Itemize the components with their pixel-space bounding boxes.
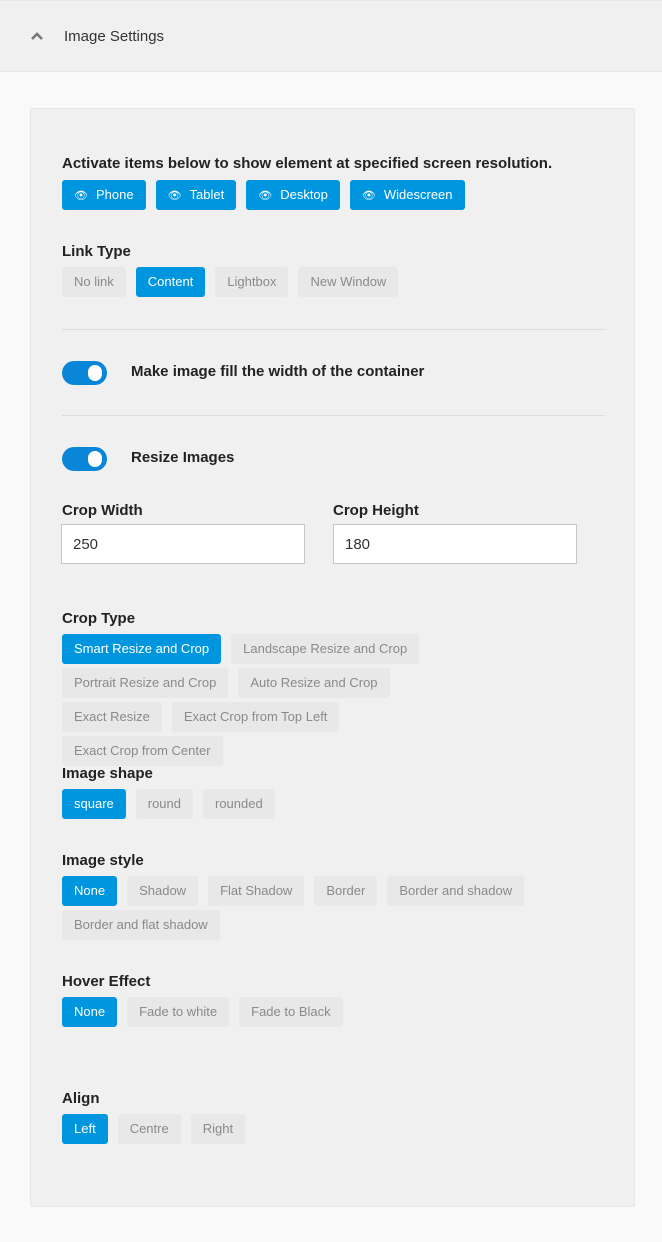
crop-width-label: Crop Width xyxy=(62,502,143,519)
hover-effect-none[interactable]: None xyxy=(62,997,118,1027)
visibility-desktop-button[interactable]: 👁 Desktop xyxy=(246,180,340,210)
crop-height-input[interactable] xyxy=(333,524,577,564)
section-title: Image Settings xyxy=(64,28,165,45)
image-shape-round[interactable]: round xyxy=(135,789,193,819)
image-shape-options: square round rounded xyxy=(62,789,275,819)
link-type-content[interactable]: Content xyxy=(135,267,206,297)
crop-type-portrait[interactable]: Portrait Resize and Crop xyxy=(62,668,229,698)
image-style-border-shadow[interactable]: Border and shadow xyxy=(387,876,525,906)
hover-effect-fade-black[interactable]: Fade to Black xyxy=(239,997,343,1027)
link-type-lightbox[interactable]: Lightbox xyxy=(215,267,289,297)
hover-effect-fade-white[interactable]: Fade to white xyxy=(127,997,230,1027)
image-settings-header[interactable]: Image Settings xyxy=(0,0,662,72)
eye-icon: 👁 xyxy=(74,190,88,202)
fill-width-label: Make image fill the width of the contain… xyxy=(131,363,425,380)
hover-effect-label: Hover Effect xyxy=(62,973,151,990)
image-style-border[interactable]: Border xyxy=(314,876,378,906)
link-type-no-link[interactable]: No link xyxy=(62,267,126,297)
link-type-label: Link Type xyxy=(62,243,131,260)
crop-width-input[interactable] xyxy=(61,524,305,564)
toggle-knob xyxy=(88,451,102,467)
crop-type-exact-top-left[interactable]: Exact Crop from Top Left xyxy=(171,702,340,732)
crop-type-exact-center[interactable]: Exact Crop from Center xyxy=(62,736,223,766)
divider xyxy=(62,415,605,416)
align-label: Align xyxy=(62,1090,100,1107)
eye-icon: 👁 xyxy=(361,190,376,202)
crop-type-options: Smart Resize and Crop Landscape Resize a… xyxy=(62,634,462,766)
fill-width-toggle[interactable] xyxy=(62,361,107,385)
resize-images-label: Resize Images xyxy=(131,449,235,466)
visibility-intro: Activate items below to show element at … xyxy=(62,155,553,172)
chevron-up-icon[interactable] xyxy=(30,31,44,41)
eye-icon: 👁 xyxy=(167,190,182,202)
resize-images-toggle[interactable] xyxy=(62,447,107,471)
crop-type-label: Crop Type xyxy=(62,610,136,627)
image-style-label: Image style xyxy=(62,852,144,869)
visibility-buttons: 👁 Phone 👁 Tablet 👁 Desktop 👁 Widescreen xyxy=(62,180,465,210)
eye-icon: 👁 xyxy=(258,190,273,202)
visibility-widescreen-button[interactable]: 👁 Widescreen xyxy=(349,180,465,210)
image-style-none[interactable]: None xyxy=(62,876,118,906)
link-type-options: No link Content Lightbox New Window xyxy=(62,267,399,297)
image-shape-rounded[interactable]: rounded xyxy=(203,789,275,819)
image-shape-square[interactable]: square xyxy=(62,789,126,819)
button-label: Widescreen xyxy=(383,187,453,202)
align-centre[interactable]: Centre xyxy=(117,1114,181,1144)
visibility-tablet-button[interactable]: 👁 Tablet xyxy=(155,180,237,210)
crop-type-exact-resize[interactable]: Exact Resize xyxy=(62,702,162,732)
align-right[interactable]: Right xyxy=(190,1114,246,1144)
button-label: Desktop xyxy=(280,187,328,202)
button-label: Phone xyxy=(95,187,134,202)
crop-type-auto[interactable]: Auto Resize and Crop xyxy=(238,668,390,698)
toggle-knob xyxy=(88,365,102,381)
link-type-new-window[interactable]: New Window xyxy=(298,267,399,297)
visibility-phone-button[interactable]: 👁 Phone xyxy=(62,180,146,210)
settings-panel: Activate items below to show element at … xyxy=(30,108,635,1207)
align-left[interactable]: Left xyxy=(62,1114,108,1144)
divider xyxy=(62,329,605,330)
image-style-shadow[interactable]: Shadow xyxy=(127,876,199,906)
crop-type-smart[interactable]: Smart Resize and Crop xyxy=(62,634,222,664)
image-style-options: None Shadow Flat Shadow Border Border an… xyxy=(62,876,562,940)
align-options: Left Centre Right xyxy=(62,1114,246,1144)
image-style-border-flat-shadow[interactable]: Border and flat shadow xyxy=(62,910,220,940)
hover-effect-options: None Fade to white Fade to Black xyxy=(62,997,343,1027)
crop-type-landscape[interactable]: Landscape Resize and Crop xyxy=(231,634,420,664)
image-style-flat-shadow[interactable]: Flat Shadow xyxy=(208,876,305,906)
image-shape-label: Image shape xyxy=(62,765,153,782)
button-label: Tablet xyxy=(189,187,225,202)
crop-height-label: Crop Height xyxy=(333,502,419,519)
